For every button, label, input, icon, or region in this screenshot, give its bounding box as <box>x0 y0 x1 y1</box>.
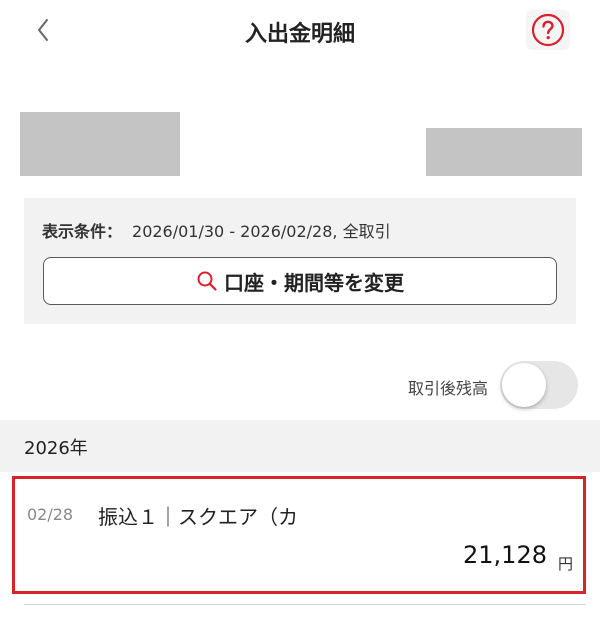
header-bar: 入出金明細 <box>0 0 600 64</box>
display-conditions: 表示条件： 2026/01/30 - 2026/02/28, 全取引 <box>42 218 391 242</box>
year-section-header: 2026年 <box>0 420 600 472</box>
page-title: 入出金明細 <box>244 22 355 47</box>
transaction-description: 振込１｜スクエア（カ <box>98 505 298 529</box>
currency-unit: 円 <box>557 555 573 573</box>
redacted-balance <box>426 128 582 176</box>
conditions-label: 表示条件： <box>42 222 123 241</box>
balance-toggle-row: 取引後残高 <box>0 356 600 414</box>
change-account-period-button[interactable]: 口座・期間等を変更 <box>43 257 557 305</box>
redacted-account-name <box>20 112 180 176</box>
change-button-label: 口座・期間等を変更 <box>224 270 404 295</box>
transaction-date: 02/28 <box>27 505 74 524</box>
list-divider <box>24 604 586 605</box>
search-icon <box>197 271 217 291</box>
transaction-amount: 21,128 <box>463 541 547 569</box>
conditions-value: 2026/01/30 - 2026/02/28, 全取引 <box>132 222 391 241</box>
help-button[interactable] <box>526 10 570 50</box>
display-conditions-panel: 表示条件： 2026/01/30 - 2026/02/28, 全取引 口座・期間等… <box>24 198 576 324</box>
balance-toggle-label: 取引後残高 <box>407 379 488 398</box>
balance-toggle[interactable] <box>500 361 578 409</box>
transaction-row[interactable]: 02/28 振込１｜スクエア（カ 21,128 円 <box>12 476 586 594</box>
year-label: 2026年 <box>24 438 88 459</box>
question-circle-icon <box>531 13 565 47</box>
toggle-knob <box>502 363 546 407</box>
